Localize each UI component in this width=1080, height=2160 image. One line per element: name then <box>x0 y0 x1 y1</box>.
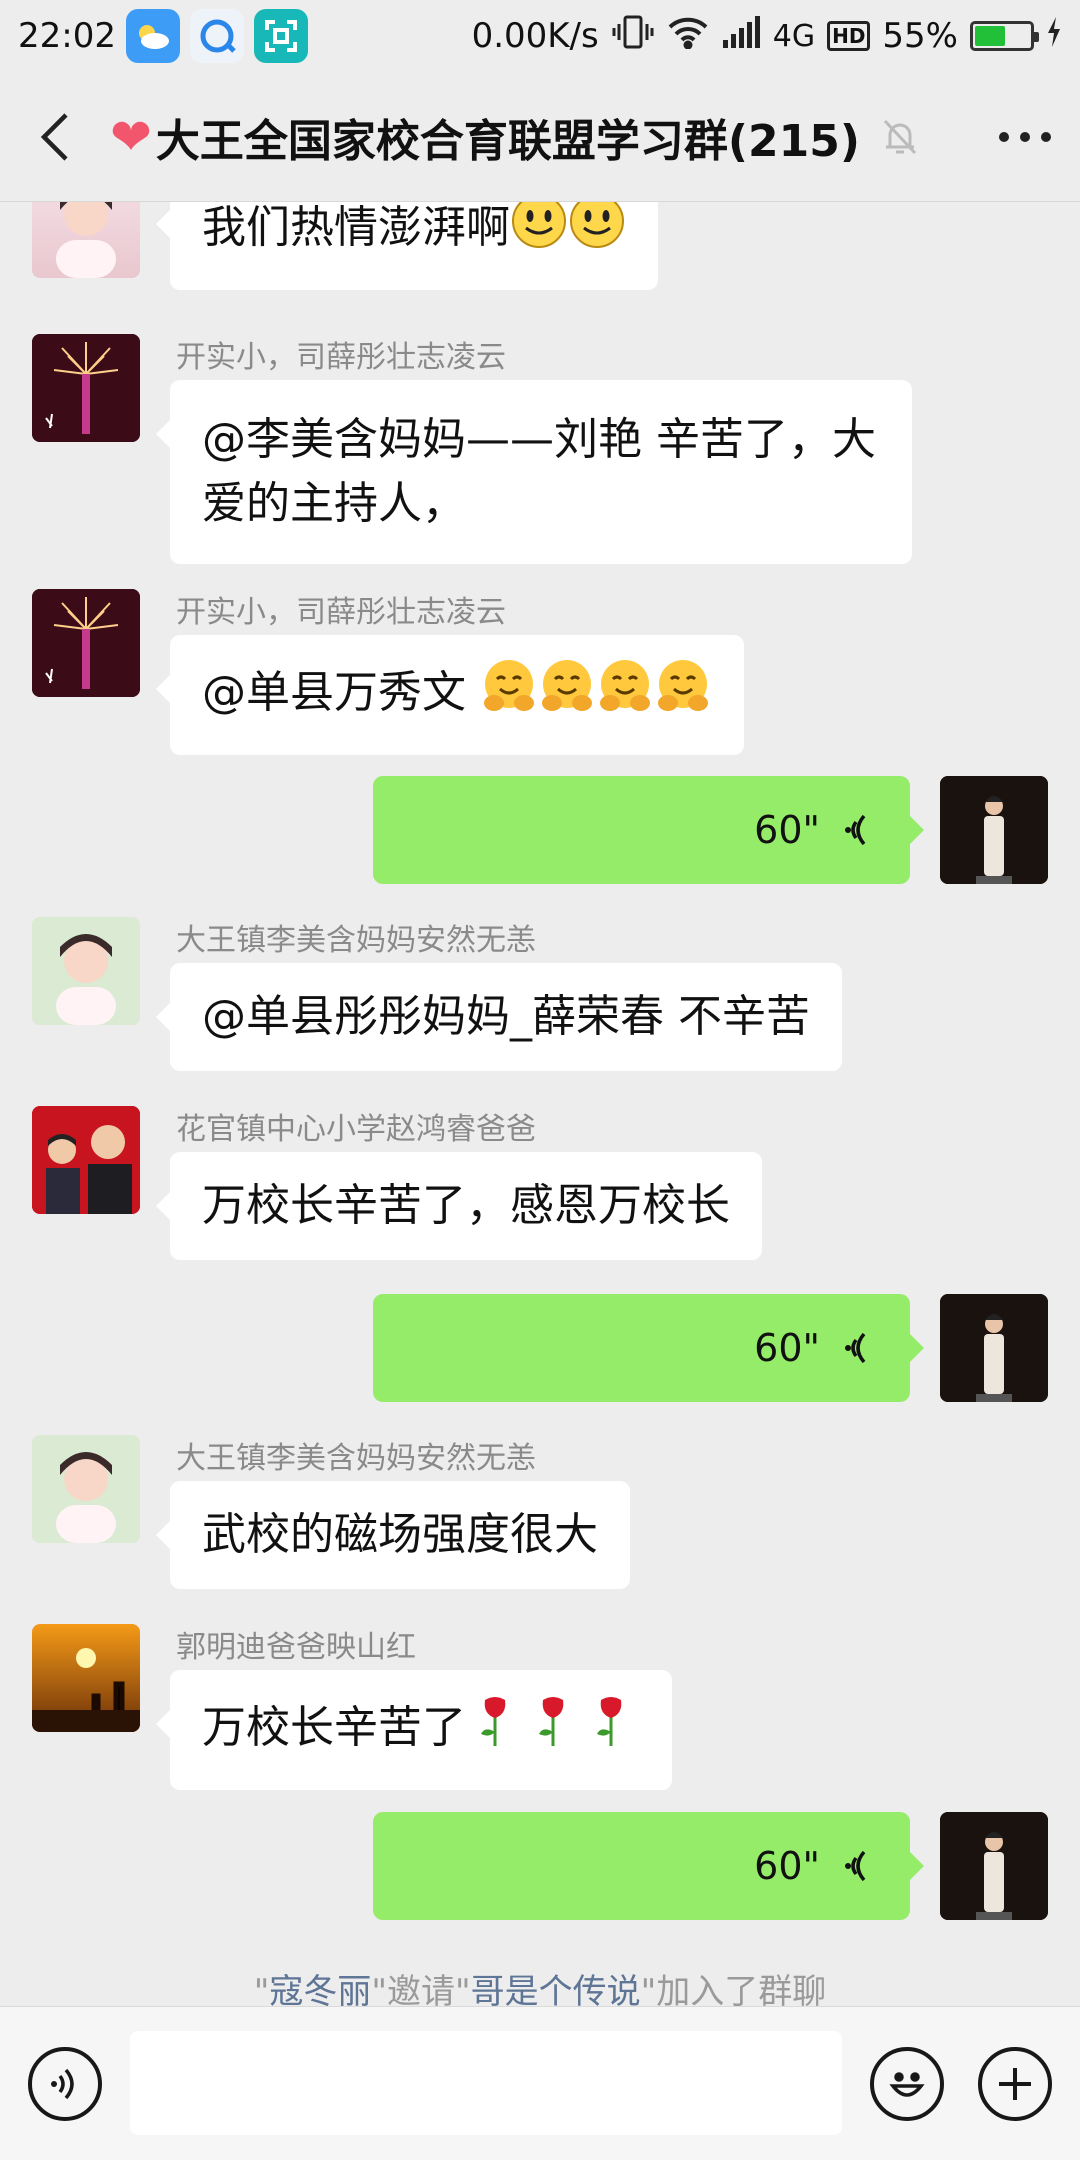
invitee-name-link[interactable]: 哥是个传说 <box>471 1972 641 2007</box>
sender-name: 大王镇李美含妈妈安然无恙 <box>176 923 536 958</box>
message-text-line: 爱的主持人， <box>202 478 466 529</box>
hug-emoji-icon <box>654 657 712 733</box>
more-button[interactable] <box>970 131 1080 143</box>
sender-name: 开实小，司薛彤壮志凌云 <box>176 340 506 375</box>
sender-name: 郭明迪爸爸映山红 <box>176 1630 416 1665</box>
network-type: 4G <box>772 18 816 54</box>
smile-emoji-icon <box>510 202 568 268</box>
voice-message-bubble[interactable]: 60" <box>373 1294 924 1402</box>
message-text-line: @李美含妈妈——刘艳 辛苦了，大 <box>202 414 876 465</box>
message-bubble[interactable]: 我们热情澎湃啊 <box>156 202 658 290</box>
battery-icon <box>970 21 1039 51</box>
message-text: 万校长辛苦了，感恩万校长 <box>202 1180 730 1231</box>
inviter-name-link[interactable]: 寇冬丽 <box>269 1972 371 2007</box>
network-speed: 0.00K/s <box>471 16 599 56</box>
battery-percent: 55% <box>882 16 958 56</box>
smile-emoji-icon <box>568 202 626 268</box>
more-dots-icon <box>999 131 1051 142</box>
woman-avatar[interactable] <box>940 1294 1048 1402</box>
message-text: 武校的磁场强度很大 <box>202 1509 598 1560</box>
charging-icon <box>1046 16 1062 56</box>
voice-message-bubble[interactable]: 60" <box>373 776 924 884</box>
girl-avatar[interactable] <box>32 202 140 278</box>
voice-duration: 60" <box>754 1326 820 1370</box>
bell-off-icon <box>870 117 930 157</box>
message-bubble[interactable]: 武校的磁场强度很大 <box>156 1481 630 1589</box>
hug-emoji-icon <box>480 657 538 733</box>
sunset-avatar[interactable] <box>32 1624 140 1732</box>
voice-duration: 60" <box>754 1844 820 1888</box>
voice-duration: 60" <box>754 808 820 852</box>
message-list[interactable]: 我们热情澎湃啊 开实小，司薛彤壮志凌云 @李美含妈妈——刘艳 辛苦了，大 爱的主… <box>0 202 1080 2007</box>
qq-browser-icon <box>189 9 244 63</box>
status-time: 22:02 <box>18 16 116 56</box>
message-bubble[interactable]: @单县彤彤妈妈_薛荣春 不辛苦 <box>156 963 842 1071</box>
weather-app-icon <box>125 9 180 63</box>
system-text: "邀请" <box>371 1972 471 2007</box>
rose-emoji-icon <box>582 1692 640 1768</box>
chat-header: ❤ 大王全国家校合育联盟学习群(215) <box>0 72 1080 202</box>
signal-icon <box>721 15 761 57</box>
message-text: @单县万秀文 <box>202 667 480 718</box>
emoji-icon <box>889 2072 925 2097</box>
plus-icon <box>999 2068 1031 2100</box>
wifi-icon <box>667 15 709 58</box>
message-text: @单县彤彤妈妈_薛荣春 不辛苦 <box>202 991 810 1042</box>
message-text: 万校长辛苦了 <box>202 1702 466 1753</box>
sender-name: 花官镇中心小学赵鸿睿爸爸 <box>176 1112 536 1147</box>
back-button[interactable] <box>0 72 110 202</box>
emoji-button[interactable] <box>870 2047 944 2121</box>
status-bar: 22:02 0.00K/s 4G HD 55% <box>0 0 1080 72</box>
hd-icon: HD <box>827 21 871 51</box>
heart-icon: ❤ <box>110 107 152 166</box>
rose-emoji-icon <box>524 1692 582 1768</box>
message-bubble[interactable]: 万校长辛苦了，感恩万校长 <box>156 1152 762 1260</box>
fireworks-avatar[interactable] <box>32 334 140 442</box>
plus-button[interactable] <box>978 2047 1052 2121</box>
input-bar <box>0 2006 1080 2160</box>
voice-toggle-button[interactable] <box>28 2047 102 2121</box>
system-join-notice: "寇冬丽"邀请"哥是个传说"加入了群聊 <box>0 1964 1080 2007</box>
voice-wave-icon <box>845 814 866 846</box>
woman-avatar[interactable] <box>940 776 1048 884</box>
voice-wave-icon <box>845 1332 866 1364</box>
message-text: 我们热情澎湃啊 <box>202 202 510 253</box>
page-title: 大王全国家校合育联盟学习群(215) <box>155 115 860 167</box>
rose-emoji-icon <box>466 1692 524 1768</box>
system-text: "加入了群聊 <box>640 1972 827 2007</box>
hug-emoji-icon <box>596 657 654 733</box>
voice-input-icon <box>51 2068 74 2100</box>
girl-avatar[interactable] <box>32 917 140 1025</box>
father-son-avatar[interactable] <box>32 1106 140 1214</box>
scan-app-icon <box>253 9 308 63</box>
message-bubble[interactable]: @李美含妈妈——刘艳 辛苦了，大 爱的主持人， <box>156 380 912 564</box>
system-quote: " <box>253 1972 270 2007</box>
message-input[interactable] <box>130 2031 842 2135</box>
girl-avatar[interactable] <box>32 1435 140 1543</box>
fireworks-avatar[interactable] <box>32 589 140 697</box>
voice-message-bubble[interactable]: 60" <box>373 1812 924 1920</box>
woman-avatar[interactable] <box>940 1812 1048 1920</box>
voice-wave-icon <box>845 1850 866 1882</box>
vibrate-icon <box>611 14 655 59</box>
message-bubble[interactable]: 万校长辛苦了 <box>156 1670 672 1790</box>
sender-name: 开实小，司薛彤壮志凌云 <box>176 595 506 630</box>
hug-emoji-icon <box>538 657 596 733</box>
sender-name: 大王镇李美含妈妈安然无恙 <box>176 1441 536 1476</box>
chevron-left-icon <box>40 112 68 161</box>
message-bubble[interactable]: @单县万秀文 <box>156 635 744 755</box>
